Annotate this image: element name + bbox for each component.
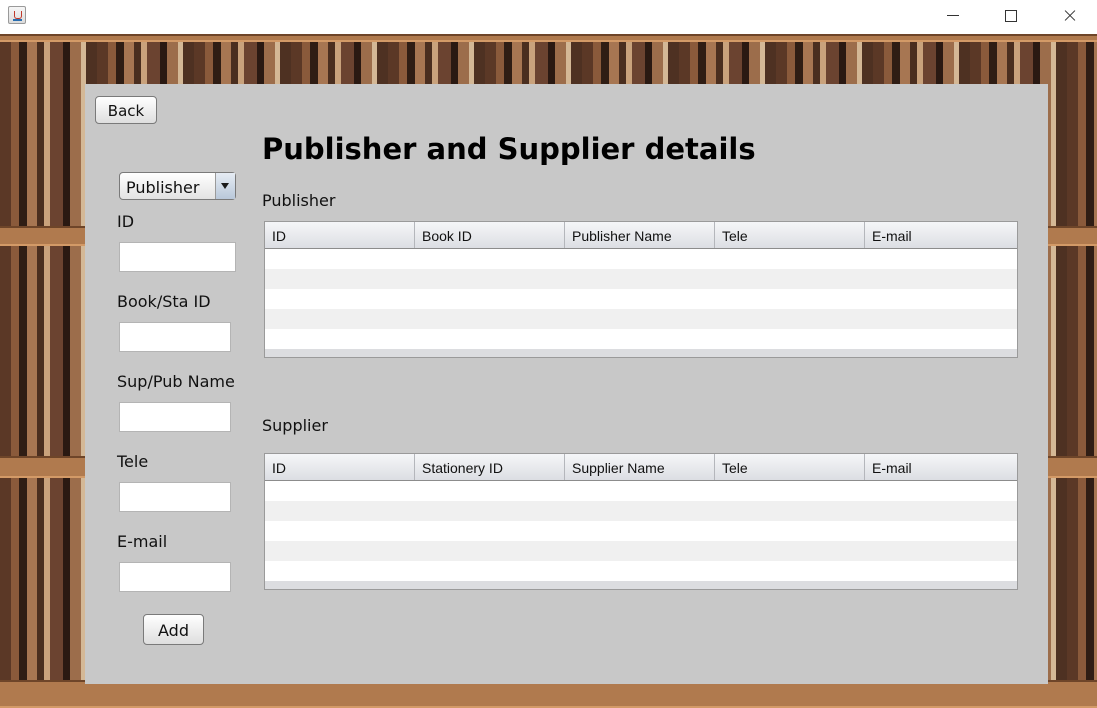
- maximize-icon[interactable]: [988, 0, 1034, 32]
- column-header-email[interactable]: E-mail: [865, 222, 1015, 248]
- type-select-value: Publisher: [126, 178, 200, 197]
- sup-pub-name-label: Sup/Pub Name: [117, 372, 235, 391]
- table-row[interactable]: [265, 561, 1017, 581]
- supplier-table[interactable]: ID Stationery ID Supplier Name Tele E-ma…: [264, 453, 1018, 590]
- supplier-section-label: Supplier: [262, 416, 328, 435]
- column-header-id[interactable]: ID: [265, 454, 415, 480]
- id-label: ID: [117, 212, 135, 231]
- table-row[interactable]: [265, 289, 1017, 309]
- java-app-icon[interactable]: [8, 6, 26, 24]
- email-label: E-mail: [117, 532, 168, 551]
- page-title: Publisher and Supplier details: [262, 132, 756, 166]
- table-row[interactable]: [265, 269, 1017, 289]
- add-button[interactable]: Add: [143, 614, 204, 645]
- tele-label: Tele: [117, 452, 149, 471]
- publisher-table-header: ID Book ID Publisher Name Tele E-mail: [265, 222, 1017, 249]
- minimize-icon[interactable]: [930, 0, 976, 32]
- column-header-tele[interactable]: Tele: [715, 454, 865, 480]
- publisher-section-label: Publisher: [262, 191, 336, 210]
- table-row[interactable]: [265, 329, 1017, 349]
- table-row[interactable]: [265, 249, 1017, 269]
- column-header-supplier-name[interactable]: Supplier Name: [565, 454, 715, 480]
- email-field[interactable]: [119, 562, 231, 592]
- book-sta-id-label: Book/Sta ID: [117, 292, 211, 311]
- table-row[interactable]: [265, 541, 1017, 561]
- column-header-id[interactable]: ID: [265, 222, 415, 248]
- window-title-bar: [0, 0, 1097, 34]
- column-header-publisher-name[interactable]: Publisher Name: [565, 222, 715, 248]
- type-select[interactable]: Publisher: [119, 172, 236, 200]
- tele-field[interactable]: [119, 482, 231, 512]
- table-row[interactable]: [265, 501, 1017, 521]
- book-sta-id-field[interactable]: [119, 322, 231, 352]
- supplier-table-header: ID Stationery ID Supplier Name Tele E-ma…: [265, 454, 1017, 481]
- main-panel: Back Publisher and Supplier details Publ…: [85, 84, 1048, 684]
- column-header-book-id[interactable]: Book ID: [415, 222, 565, 248]
- sup-pub-name-field[interactable]: [119, 402, 231, 432]
- table-row[interactable]: [265, 521, 1017, 541]
- chevron-down-icon[interactable]: [215, 173, 235, 199]
- column-header-email[interactable]: E-mail: [865, 454, 1015, 480]
- publisher-table[interactable]: ID Book ID Publisher Name Tele E-mail: [264, 221, 1018, 358]
- table-row[interactable]: [265, 309, 1017, 329]
- back-button[interactable]: Back: [95, 96, 157, 124]
- column-header-stationery-id[interactable]: Stationery ID: [415, 454, 565, 480]
- id-field[interactable]: [119, 242, 236, 272]
- close-icon[interactable]: [1046, 0, 1092, 32]
- column-header-tele[interactable]: Tele: [715, 222, 865, 248]
- table-row[interactable]: [265, 481, 1017, 501]
